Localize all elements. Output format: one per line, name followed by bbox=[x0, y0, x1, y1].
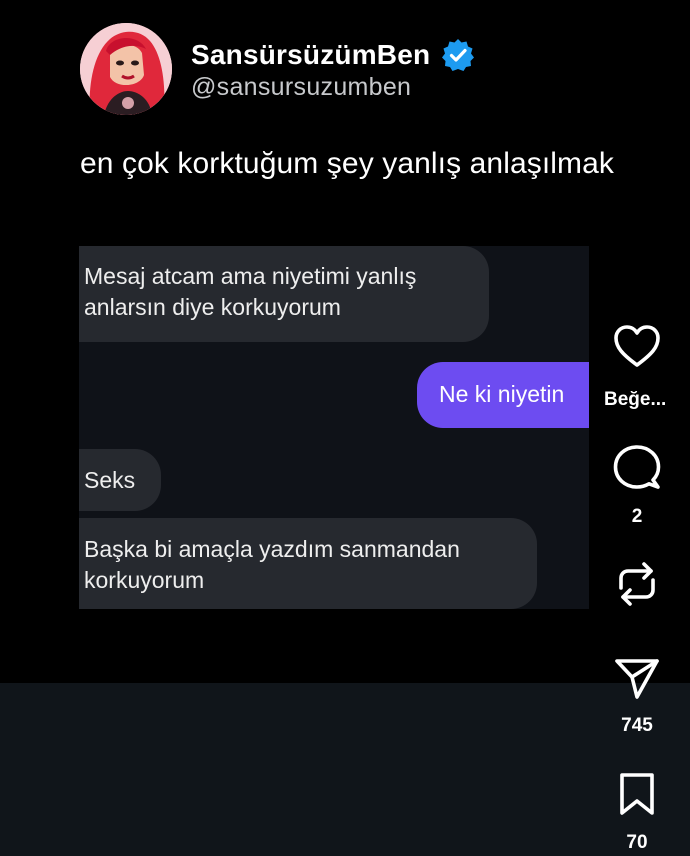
display-name[interactable]: SansürsüzümBen bbox=[191, 39, 430, 71]
comment-icon bbox=[613, 445, 661, 489]
outgoing-message: Ne ki niyetin bbox=[417, 362, 589, 428]
message-line: anlarsın diye korkuyorum bbox=[84, 294, 341, 320]
like-label[interactable]: Beğe... bbox=[604, 389, 666, 411]
avatar-illustration-icon bbox=[80, 23, 172, 115]
reel-screen: SansürsüzümBen @sansursuzumben en çok ko… bbox=[0, 0, 690, 856]
verified-badge-icon bbox=[440, 37, 476, 73]
repost-icon bbox=[619, 562, 655, 606]
message-line: korkuyorum bbox=[84, 567, 205, 593]
send-icon bbox=[615, 659, 659, 699]
heart-icon bbox=[614, 325, 660, 367]
incoming-message: Başka bi amaçla yazdım sanmandan korkuyo… bbox=[79, 518, 537, 609]
incoming-message: Seks bbox=[79, 449, 161, 511]
like-button[interactable] bbox=[592, 323, 682, 369]
share-button[interactable]: 745 bbox=[592, 657, 682, 737]
bottom-overlay bbox=[0, 683, 690, 856]
bookmark-icon bbox=[620, 773, 654, 815]
comment-button[interactable]: 2 bbox=[592, 444, 682, 528]
author-handle[interactable]: @sansursuzumben bbox=[191, 73, 411, 102]
message-line: Başka bi amaçla yazdım sanmandan bbox=[84, 536, 460, 562]
message-line: Ne ki niyetin bbox=[439, 381, 565, 407]
comment-count: 2 bbox=[631, 506, 643, 527]
post-text: en çok korktuğum şey yanlış anlaşılmak bbox=[80, 147, 615, 180]
save-count: 70 bbox=[626, 832, 648, 853]
author-row: SansürsüzümBen bbox=[191, 37, 476, 73]
message-line: Mesaj atcam ama niyetimi yanlış bbox=[84, 263, 417, 289]
repost-button[interactable] bbox=[592, 560, 682, 608]
message-line: Seks bbox=[84, 467, 136, 493]
save-button[interactable]: 70 bbox=[592, 772, 682, 854]
share-count: 745 bbox=[621, 715, 653, 736]
avatar[interactable] bbox=[80, 23, 172, 115]
chat-screenshot: Mesaj atcam ama niyetimi yanlış anlarsın… bbox=[79, 246, 589, 609]
incoming-message: Mesaj atcam ama niyetimi yanlış anlarsın… bbox=[79, 246, 489, 342]
